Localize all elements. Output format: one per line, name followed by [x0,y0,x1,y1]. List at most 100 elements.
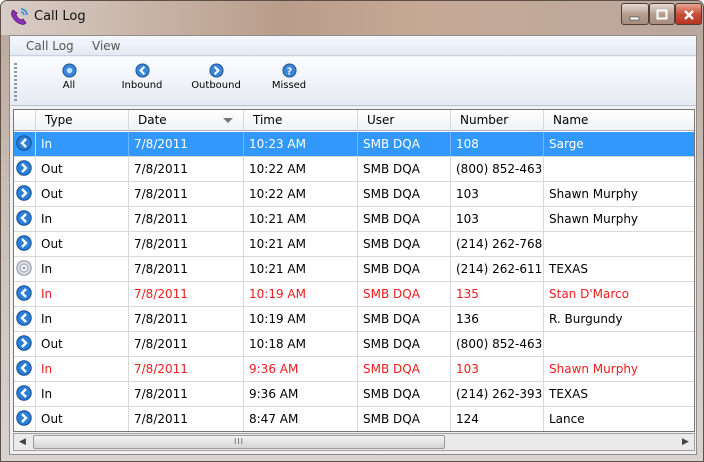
cell-call-direction [14,257,36,281]
minimize-button[interactable] [621,3,649,25]
close-button[interactable] [675,3,702,25]
header-icon-column[interactable] [14,110,36,131]
table-row[interactable]: Out 7/8/2011 10:18 AM SMB DQA (800) 852-4632 [14,332,694,357]
table-row[interactable]: In 7/8/2011 10:21 AM SMB DQA 103 Shawn Murphy [14,207,694,232]
column-header-date-label: Date [138,113,167,127]
inbound-arrow-icon [16,360,32,376]
cell-date: 7/8/2011 [129,157,244,181]
cell-user: SMB DQA [358,307,451,331]
sort-descending-icon [223,118,233,123]
column-header-number[interactable]: Number [451,110,544,131]
column-header-time[interactable]: Time [244,110,358,131]
svg-text:?: ? [286,66,291,77]
scroll-left-button[interactable]: ◀ [14,434,31,450]
cell-user: SMB DQA [358,132,451,156]
column-header-name[interactable]: Name [544,110,694,131]
cell-type: Out [36,332,129,356]
table-row[interactable]: Out 7/8/2011 10:21 AM SMB DQA (214) 262-7685 [14,232,694,257]
outbound-arrow-icon [16,235,32,251]
cell-call-direction [14,332,36,356]
toolbar-missed-label: Missed [271,80,307,91]
table-row[interactable]: Out 7/8/2011 8:47 AM SMB DQA 124 Lance [14,407,694,431]
cell-call-direction [14,307,36,331]
cell-user: SMB DQA [358,232,451,256]
cell-time: 10:22 AM [244,157,358,181]
voicemail-icon [16,260,32,276]
cell-date: 7/8/2011 [129,132,244,156]
call-log-window: Call Log Call Log View All Inbound Outbo… [0,0,704,462]
cell-name [544,332,694,356]
table-row[interactable]: In 7/8/2011 10:21 AM SMB DQA (214) 262-6111 T… [14,257,694,282]
cell-number: 103 [451,357,544,381]
toolbar-inbound-button[interactable]: Inbound [114,63,170,103]
cell-user: SMB DQA [358,407,451,431]
table-row[interactable]: In 7/8/2011 10:23 AM SMB DQA 108 Sarge [14,132,694,157]
outbound-arrow-icon [16,335,32,351]
table-row[interactable]: In 7/8/2011 10:19 AM SMB DQA 136 R. Burgundy [14,307,694,332]
cell-user: SMB DQA [358,157,451,181]
toolbar-grip[interactable] [14,63,17,101]
outbound-arrow-icon [208,63,224,78]
column-header-user[interactable]: User [358,110,451,131]
title-bar[interactable]: Call Log [1,1,703,35]
toolbar: All Inbound Outbound ? Missed [10,57,696,106]
toolbar-outbound-button[interactable]: Outbound [183,63,249,103]
cell-type: Out [36,182,129,206]
cell-name: Shawn Murphy [549,187,639,201]
cell-user: SMB DQA [358,282,451,306]
inbound-arrow-icon [16,385,32,401]
horizontal-scrollbar[interactable]: ◀ III ▶ [13,433,695,451]
cell-date: 7/8/2011 [129,332,244,356]
cell-type: In [36,257,129,281]
cell-type: In [36,132,129,156]
cell-date: 7/8/2011 [129,232,244,256]
cell-date: 7/8/2011 [129,257,244,281]
cell-number: (800) 852-4632 [451,332,544,356]
table-row[interactable]: In 7/8/2011 9:36 AM SMB DQA 103 Shawn Murphy [14,357,694,382]
scroll-right-button[interactable]: ▶ [677,434,694,450]
cell-date: 7/8/2011 [129,382,244,406]
cell-user: SMB DQA [358,382,451,406]
column-header-date[interactable]: Date [129,110,244,131]
close-icon [683,10,694,20]
cell-time: 8:47 AM [244,407,358,431]
cell-date: 7/8/2011 [129,207,244,231]
inbound-arrow-icon [16,285,32,301]
client-area: Call Log View All Inbound Outbound ? Mis… [9,35,697,455]
toolbar-all-button[interactable]: All [47,63,91,103]
toolbar-missed-button[interactable]: ? Missed [264,63,314,103]
cell-time: 10:21 AM [244,207,358,231]
menu-call-log[interactable]: Call Log [26,39,74,53]
cell-call-direction [14,282,36,306]
cell-type: Out [36,232,129,256]
cell-call-direction [14,132,36,156]
outbound-arrow-icon [16,185,32,201]
cell-call-direction [14,157,36,181]
call-log-table: Type Date Time User Number Name In 7/8/20… [13,109,695,432]
outbound-arrow-icon [16,160,32,176]
maximize-button[interactable] [649,3,675,25]
cell-date: 7/8/2011 [129,282,244,306]
minimize-icon [629,16,640,21]
column-header-type[interactable]: Type [36,110,129,131]
cell-number: 108 [451,132,544,156]
cell-number: 136 [451,307,544,331]
table-row[interactable]: In 7/8/2011 9:36 AM SMB DQA (214) 262-3932 TE… [14,382,694,407]
cell-name: TEXAS [549,262,588,276]
menu-bar: Call Log View [10,36,696,56]
table-row[interactable]: In 7/8/2011 10:19 AM SMB DQA 135 Stan D'Marco [14,282,694,307]
table-row[interactable]: Out 7/8/2011 10:22 AM SMB DQA 103 Shawn Murph… [14,182,694,207]
menu-view[interactable]: View [92,39,120,53]
cell-name: Sarge [549,137,584,151]
cell-number: (214) 262-3932 [451,382,544,406]
missed-call-icon: ? [281,63,297,78]
toolbar-outbound-label: Outbound [191,80,241,91]
toolbar-all-label: All [62,80,76,91]
cell-type: Out [36,157,129,181]
cell-name: Shawn Murphy [549,212,639,226]
outbound-arrow-icon [16,410,32,426]
phone-app-icon [11,8,28,25]
table-row[interactable]: Out 7/8/2011 10:22 AM SMB DQA (800) 852-4632 [14,157,694,182]
cell-time: 10:19 AM [244,307,358,331]
scrollbar-thumb[interactable]: III [33,435,445,449]
